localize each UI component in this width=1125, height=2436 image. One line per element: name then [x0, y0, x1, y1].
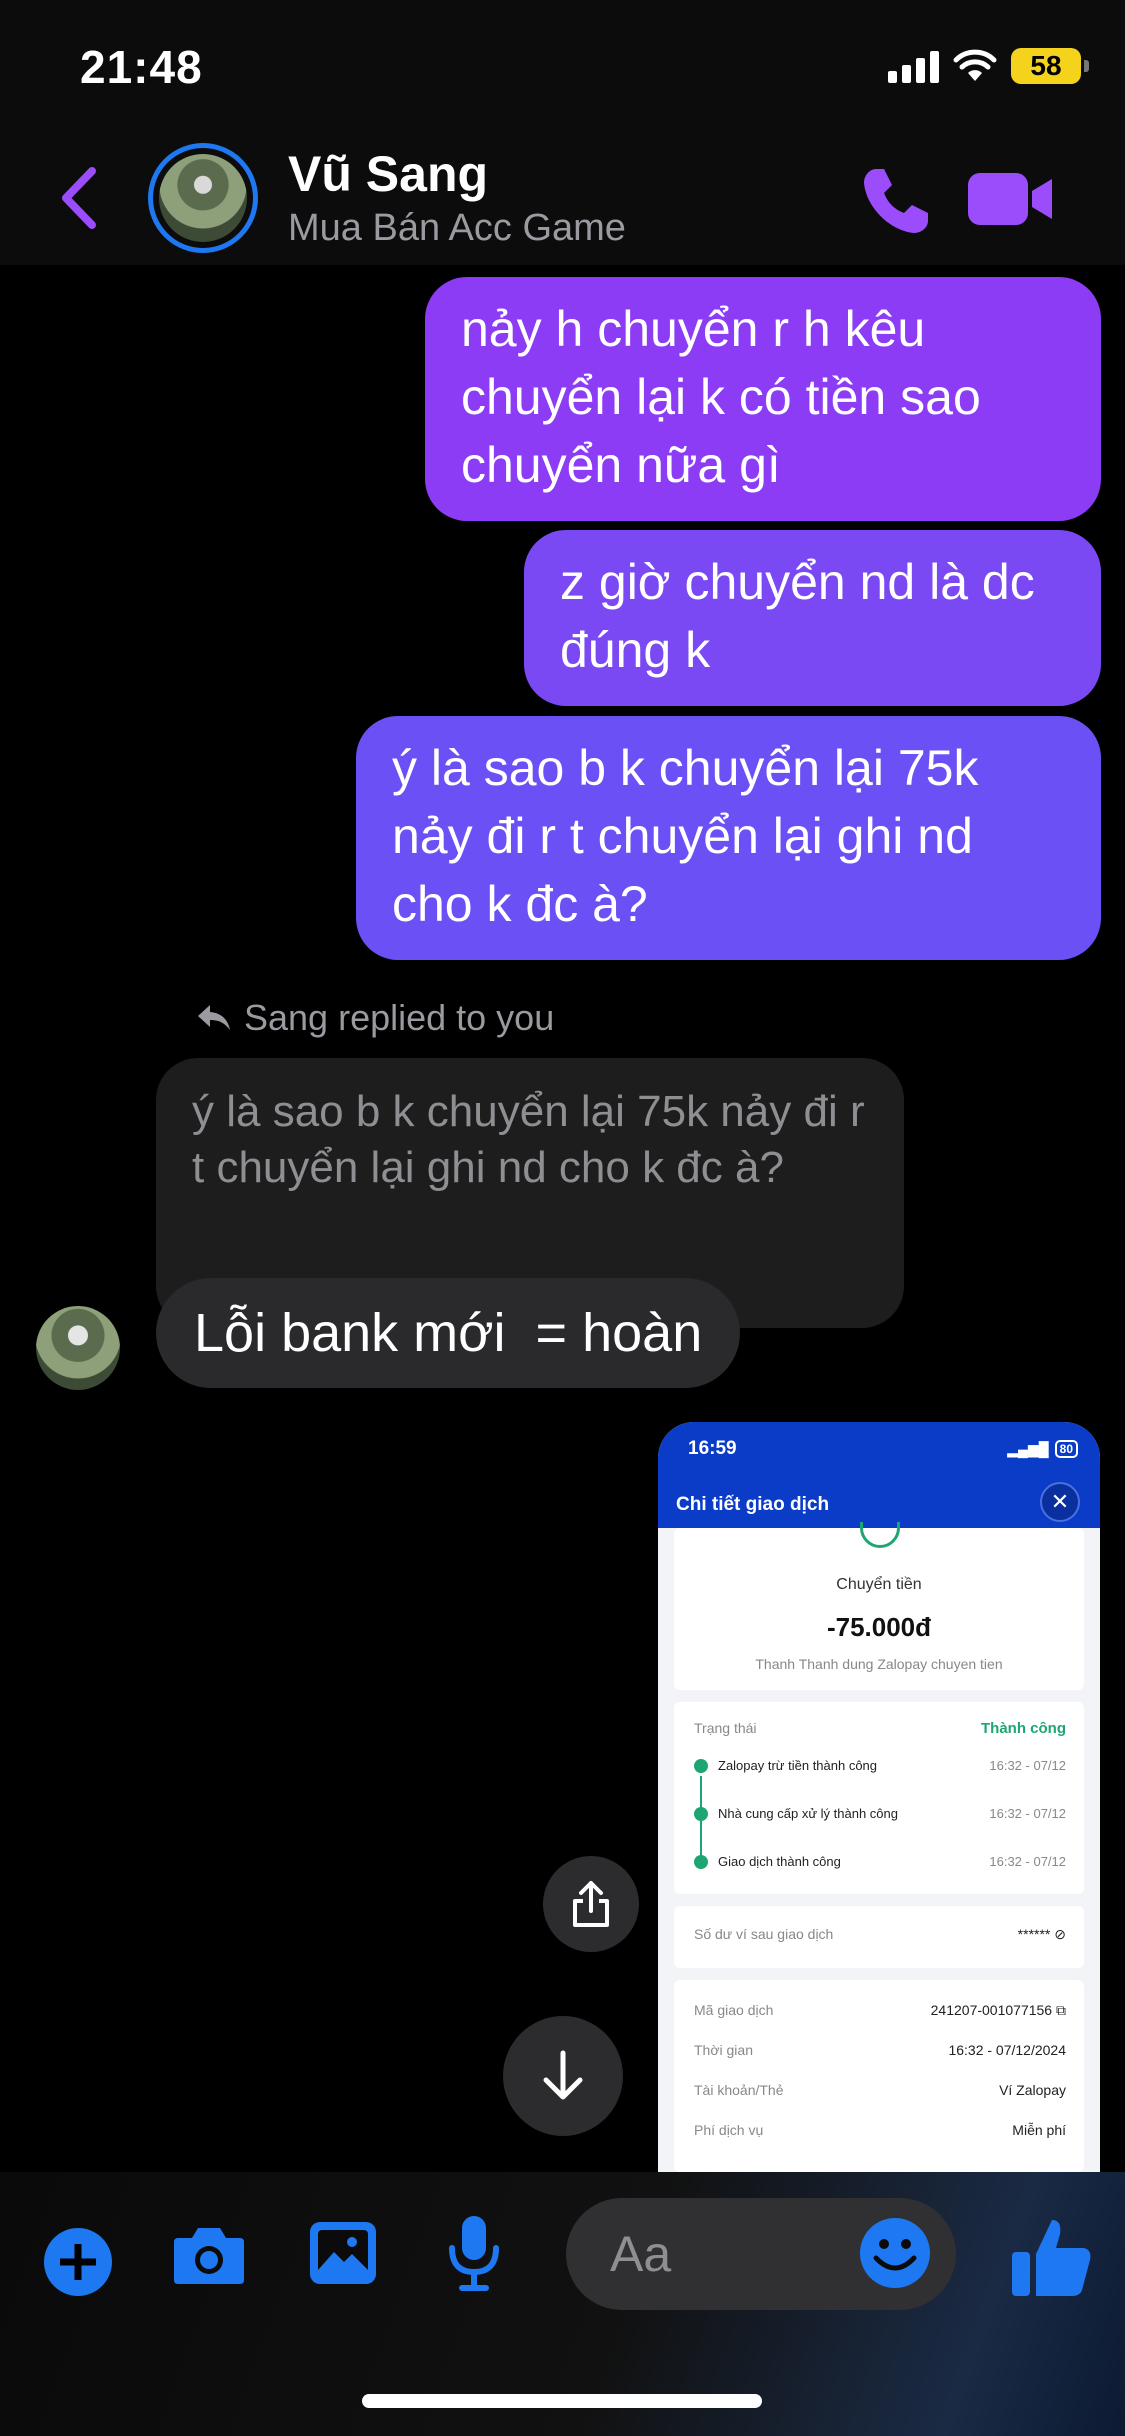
close-icon: ✕	[1040, 1482, 1080, 1522]
status-time: 21:48	[80, 41, 203, 93]
attachment-status-icons: ▂▄▆█ 80	[1007, 1440, 1078, 1458]
reply-label: Sang replied to you	[196, 997, 554, 1039]
status-row: Trạng thái Thành công	[694, 1720, 1066, 1737]
detail-label: Thời gian	[694, 2042, 753, 2058]
contact-subtitle: Mua Bán Acc Game	[288, 207, 626, 249]
detail-row: Phí dịch vụ Miễn phí	[694, 2122, 1066, 2138]
step-time: 16:32 - 07/12	[989, 1854, 1066, 1869]
money-icon	[860, 1522, 900, 1548]
thumbs-up-icon[interactable]	[1008, 2214, 1094, 2300]
detail-label: Tài khoản/Thẻ	[694, 2082, 784, 2098]
share-button[interactable]	[543, 1856, 639, 1952]
detail-value: 241207-001077156 ⧉	[931, 2002, 1066, 2019]
detail-value: Miễn phí	[1012, 2122, 1066, 2138]
image-attachment[interactable]: 16:59 ▂▄▆█ 80 Chi tiết giao dịch ✕ Chuyể…	[658, 1422, 1100, 2172]
status-card: Trạng thái Thành công Zalopay trừ tiền t…	[674, 1702, 1084, 1894]
share-icon	[573, 1881, 609, 1927]
amount-card: Chuyển tiền -75.000đ Thanh Thanh dung Za…	[674, 1522, 1084, 1690]
status-bar: 21:48 58	[0, 0, 1125, 135]
video-call-icon[interactable]	[966, 167, 1056, 231]
camera-icon[interactable]	[172, 2222, 246, 2288]
check-icon	[694, 1854, 708, 1869]
message-input-container	[566, 2198, 956, 2310]
detail-value: Ví Zalopay	[999, 2082, 1066, 2098]
step-label: Zalopay trừ tiền thành công	[718, 1758, 878, 1773]
contact-avatar[interactable]	[148, 143, 258, 253]
chat-header: Vũ Sang Mua Bán Acc Game	[0, 135, 1125, 265]
timeline-step: Zalopay trừ tiền thành công 16:32 - 07/1…	[694, 1758, 1066, 1773]
reply-label-text: Sang replied to you	[244, 997, 555, 1038]
balance-row: Số dư ví sau giao dịch ****** ⊘	[694, 1926, 1066, 1943]
signal-icon: ▂▄▆█	[1007, 1440, 1049, 1457]
eye-off-icon: ⊘	[1054, 1926, 1066, 1942]
check-icon	[694, 1758, 708, 1773]
check-icon	[694, 1806, 708, 1821]
back-icon[interactable]	[52, 163, 112, 233]
attachment-time: 16:59	[688, 1438, 737, 1459]
copy-icon: ⧉	[1056, 2002, 1066, 2018]
timeline-step: Giao dịch thành công 16:32 - 07/12	[694, 1854, 1066, 1869]
balance-card: Số dư ví sau giao dịch ****** ⊘	[674, 1906, 1084, 1968]
emoji-icon[interactable]	[858, 2216, 932, 2290]
detail-row: Thời gian 16:32 - 07/12/2024	[694, 2042, 1066, 2058]
attachment-header: 16:59 ▂▄▆█ 80 Chi tiết giao dịch ✕	[658, 1422, 1100, 1528]
detail-value: 16:32 - 07/12/2024	[948, 2042, 1066, 2058]
detail-label: Mã giao dịch	[694, 2002, 774, 2018]
incoming-message[interactable]: Lỗi bank mới = hoàn	[156, 1278, 741, 1388]
plus-icon[interactable]	[44, 2228, 112, 2296]
status-icons: 58	[888, 48, 1089, 84]
gallery-icon[interactable]	[308, 2220, 378, 2286]
status-value: Thành công	[981, 1720, 1066, 1737]
detail-label: Phí dịch vụ	[694, 2122, 764, 2138]
attachment-title: Chi tiết giao dịch	[676, 1494, 830, 1515]
scroll-down-button[interactable]	[503, 2016, 623, 2136]
step-label: Nhà cung cấp xử lý thành công	[718, 1806, 898, 1821]
home-indicator[interactable]	[362, 2394, 762, 2408]
message-input[interactable]	[610, 2216, 830, 2292]
details-card: Mã giao dịch 241207-001077156 ⧉ Thời gia…	[674, 1980, 1084, 2172]
outgoing-message[interactable]: nảy h chuyển r h kêu chuyển lại k có tiề…	[425, 277, 1101, 521]
transaction-type: Chuyển tiền	[836, 1576, 922, 1593]
contact-name[interactable]: Vũ Sang	[288, 145, 488, 203]
transaction-note: Thanh Thanh dung Zalopay chuyen tien	[755, 1656, 1003, 1672]
microphone-icon[interactable]	[446, 2214, 502, 2292]
battery-icon: 80	[1054, 1440, 1078, 1458]
avatar-image	[159, 154, 247, 242]
step-time: 16:32 - 07/12	[989, 1758, 1066, 1773]
outgoing-message[interactable]: z giờ chuyển nd là dc đúng k	[524, 530, 1101, 706]
outgoing-message[interactable]: ý là sao b k chuyển lại 75k nảy đi r t c…	[356, 716, 1101, 960]
step-time: 16:32 - 07/12	[989, 1806, 1066, 1821]
transaction-id: 241207-001077156	[930, 2002, 1053, 2018]
detail-row: Mã giao dịch 241207-001077156 ⧉	[694, 2002, 1066, 2019]
status-label: Trạng thái	[694, 1720, 757, 1736]
detail-row: Tài khoản/Thẻ Ví Zalopay	[694, 2082, 1066, 2098]
transaction-amount: -75.000đ	[826, 1612, 932, 1642]
message-composer	[0, 2172, 1125, 2436]
sender-avatar[interactable]	[36, 1306, 120, 1390]
battery-icon: 58	[1011, 48, 1089, 84]
balance-label: Số dư ví sau giao dịch	[694, 1926, 834, 1942]
reply-icon	[198, 1005, 230, 1030]
step-label: Giao dịch thành công	[718, 1854, 841, 1869]
timeline-step: Nhà cung cấp xử lý thành công 16:32 - 07…	[694, 1806, 1066, 1821]
arrow-down-icon	[543, 2050, 583, 2100]
wifi-icon	[953, 49, 997, 81]
phone-call-icon[interactable]	[858, 163, 934, 239]
balance-hidden-value: ******	[1017, 1926, 1051, 1942]
balance-value: ****** ⊘	[1018, 1926, 1066, 1943]
signal-icon	[888, 49, 939, 83]
